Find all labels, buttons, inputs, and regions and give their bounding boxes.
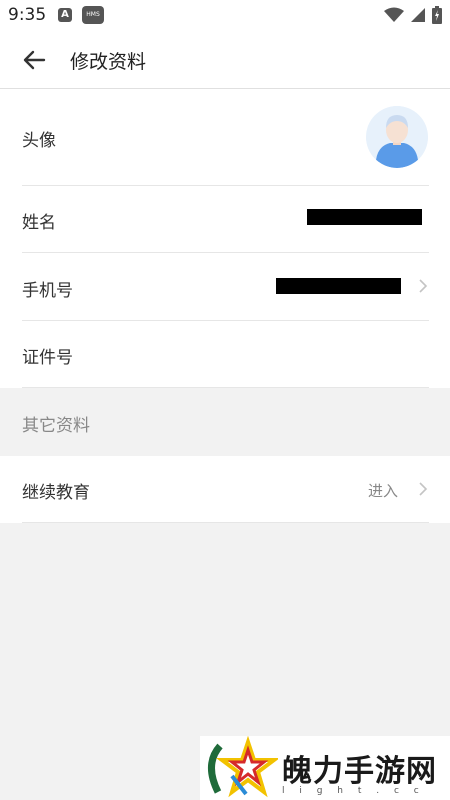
avatar[interactable]	[366, 106, 428, 168]
profile-section: 头像 姓名 手机号 证件号	[0, 89, 450, 388]
status-right-icons	[384, 6, 442, 24]
app-bar: 修改资料	[0, 32, 450, 89]
back-button[interactable]	[20, 46, 50, 74]
status-bar: 9:35 A HMS	[0, 0, 450, 32]
watermark: 魄力手游网 l i g h t . c c	[200, 736, 450, 800]
app-a-icon: A	[58, 8, 72, 22]
chevron-right-icon	[419, 482, 428, 496]
divider	[22, 522, 429, 523]
continuing-education-label: 继续教育	[22, 483, 90, 503]
phone-value-redacted	[276, 278, 401, 294]
name-row[interactable]: 姓名	[0, 186, 450, 252]
other-info-section: 继续教育 进入	[0, 456, 450, 523]
user-avatar-icon	[366, 106, 428, 168]
arrow-left-icon	[23, 50, 46, 70]
page-title: 修改资料	[70, 51, 147, 73]
id-number-row[interactable]: 证件号	[0, 321, 450, 388]
other-info-group-title: 其它资料	[22, 416, 90, 436]
continuing-education-row[interactable]: 继续教育 进入	[0, 456, 450, 522]
chevron-right-icon	[419, 279, 428, 293]
phone-row[interactable]: 手机号	[0, 253, 450, 320]
wifi-icon	[384, 7, 404, 22]
enter-link[interactable]: 进入	[368, 480, 398, 501]
battery-icon	[432, 6, 442, 24]
watermark-subtext: l i g h t . c c	[282, 786, 425, 796]
id-number-label: 证件号	[22, 348, 73, 368]
divider	[22, 387, 429, 388]
watermark-text: 魄力手游网	[282, 754, 437, 789]
name-value-redacted	[307, 209, 422, 225]
name-label: 姓名	[22, 213, 56, 233]
watermark-logo-icon	[208, 736, 278, 798]
status-time: 9:35	[8, 5, 47, 25]
hms-icon: HMS	[82, 6, 104, 24]
phone-label: 手机号	[22, 281, 73, 301]
avatar-label: 头像	[22, 131, 56, 151]
signal-icon	[411, 8, 425, 22]
avatar-row[interactable]: 头像	[0, 89, 450, 185]
